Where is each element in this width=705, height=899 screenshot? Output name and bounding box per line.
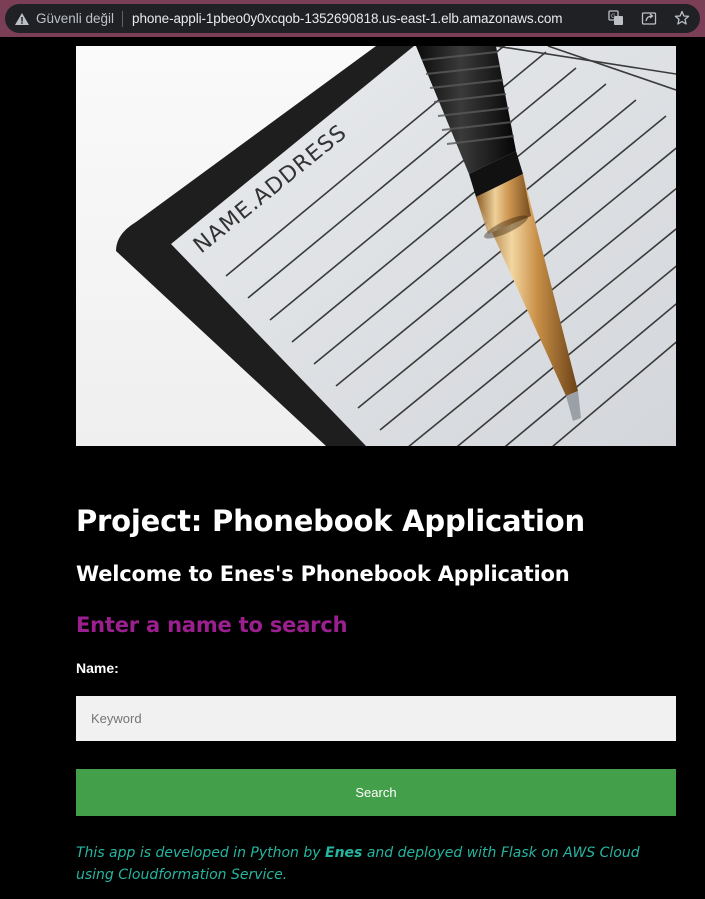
welcome-heading: Welcome to Enes's Phonebook Application [76, 562, 570, 586]
url-text[interactable]: phone-appli-1pbeo0y0xcqob-1352690818.us-… [132, 11, 563, 26]
address-bar-actions: G [608, 10, 690, 26]
search-heading: Enter a name to search [76, 613, 348, 637]
main-content: NAME.ADDRESS Project: Phonebook Applicat… [76, 46, 676, 886]
footer-author: Enes [325, 845, 363, 861]
address-separator [122, 10, 124, 27]
security-status-label[interactable]: Güvenli değil [36, 11, 114, 26]
footer-text-before: This app is developed in Python by [76, 845, 321, 861]
address-bar[interactable]: Güvenli değil phone-appli-1pbeo0y0xcqob-… [5, 4, 700, 33]
svg-text:G: G [611, 13, 616, 20]
star-icon[interactable] [674, 10, 690, 26]
name-field-label: Name: [76, 660, 119, 676]
browser-chrome: Güvenli değil phone-appli-1pbeo0y0xcqob-… [0, 0, 705, 37]
page-title: Project: Phonebook Application [76, 504, 585, 538]
warning-icon[interactable] [14, 11, 30, 27]
translate-icon[interactable]: G [608, 10, 624, 26]
keyword-input[interactable] [76, 696, 676, 741]
share-icon[interactable] [641, 10, 657, 26]
hero-image: NAME.ADDRESS [76, 46, 676, 446]
footer-note: This app is developed in Python by Enes … [76, 842, 676, 886]
search-button[interactable]: Search [76, 769, 676, 816]
